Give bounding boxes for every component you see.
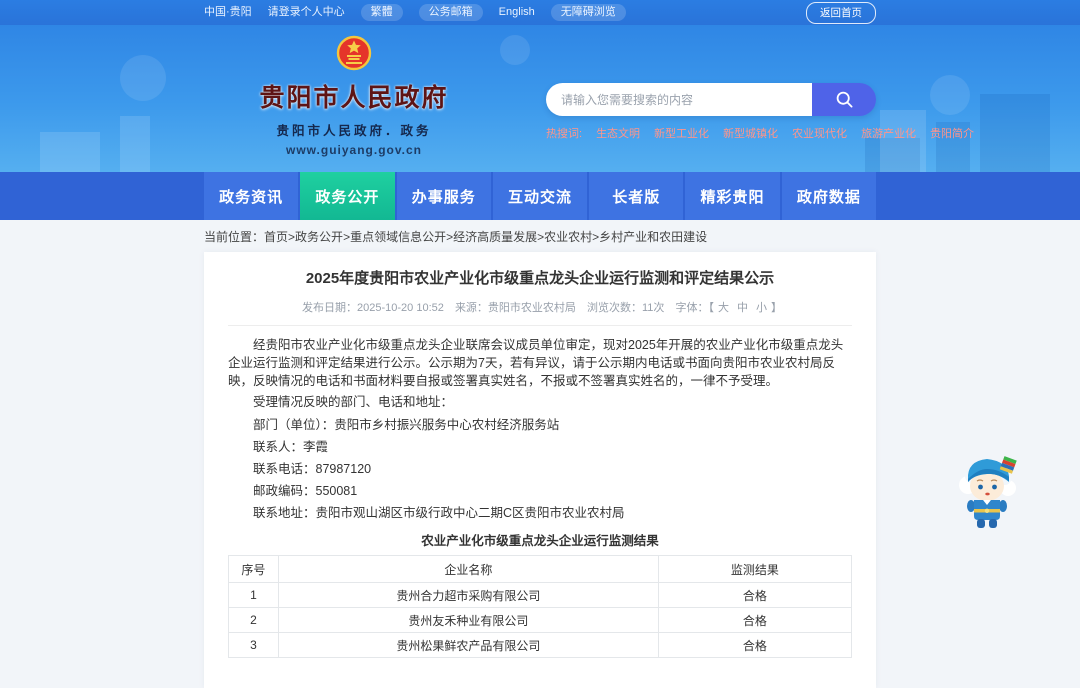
top-utility-bar: 中国·贵阳 请登录个人中心 繁體 公务邮箱 English 无障碍浏览 返回首页	[0, 0, 1080, 25]
bracket: 】	[770, 302, 782, 314]
hot-search-word[interactable]: 旅游产业化	[861, 125, 916, 141]
table-header-cell: 监测结果	[657, 555, 853, 584]
article-paragraph: 受理情况反映的部门、电话和地址：	[253, 395, 454, 410]
contact-line: 联系人：李霞	[253, 439, 329, 454]
hot-search-label: 热搜词:	[546, 128, 583, 140]
publish-date: 发布日期：2025-10-20 10:52	[302, 302, 444, 314]
article-meta: 发布日期：2025-10-20 10:52 来源：贵阳市农业农村局 浏览次数：1…	[228, 299, 852, 326]
breadcrumb: 当前位置：首页>政务公开>重点领域信息公开>经济高质量发展>农业农村>乡村产业和…	[204, 220, 876, 252]
main-navigation: 政务资讯 政务公开 办事服务 互动交流 长者版 精彩贵阳 政府数据	[0, 172, 1080, 220]
hot-search-words: 生态文明 新型工业化 新型城镇化 农业现代化 旅游产业化 贵阳简介	[596, 125, 974, 141]
search-icon	[835, 90, 854, 109]
search-input[interactable]	[546, 83, 812, 116]
bokeh-decoration	[930, 75, 970, 115]
nav-item-政务资讯[interactable]: 政务资讯	[204, 172, 299, 220]
table-cell: 合格	[657, 632, 853, 659]
nav-item-政务公开[interactable]: 政务公开	[300, 172, 395, 220]
nav-item-办事服务[interactable]: 办事服务	[396, 172, 491, 220]
table-cell: 贵州友禾种业有限公司	[277, 607, 659, 634]
font-size-option[interactable]: 小	[756, 302, 767, 314]
table-cell: 1	[228, 582, 279, 609]
article-source: 来源：贵阳市农业农村局	[454, 302, 576, 314]
site-url: www.guiyang.gov.cn	[285, 143, 422, 157]
topbar-link[interactable]: English	[499, 7, 535, 18]
breadcrumb-link[interactable]: 重点领域信息公开	[350, 230, 446, 244]
contact-line: 联系电话：87987120	[253, 461, 372, 476]
article-title: 2025年度贵阳市农业产业化市级重点龙头企业运行监测和评定结果公示	[305, 270, 775, 287]
table-header-cell: 序号	[228, 555, 279, 584]
skyline-building	[40, 132, 100, 172]
contact-info: 部门（单位）：贵阳市乡村振兴服务中心农村经济服务站 联系人：李霞联系电话：8798…	[228, 416, 852, 523]
nav-item-精彩贵阳[interactable]: 精彩贵阳	[685, 172, 780, 220]
hot-search-word[interactable]: 贵阳简介	[930, 125, 974, 141]
topbar-link[interactable]: 无障碍浏览	[550, 4, 626, 21]
search-button[interactable]	[812, 83, 876, 116]
skyline-building	[980, 94, 1050, 172]
topbar-link[interactable]: 中国·贵阳	[204, 7, 252, 18]
table-header-cell: 企业名称	[277, 555, 659, 584]
font-size-option[interactable]: 大	[718, 302, 729, 314]
hot-search-word[interactable]: 生态文明	[596, 125, 640, 141]
skyline-building	[120, 116, 150, 172]
contact-line: 联系地址：贵阳市观山湖区市级行政中心二期C区贵阳市农业农村局	[253, 506, 625, 520]
site-logo[interactable]: 贵阳市人民政府 贵阳市人民政府．政务 www.guiyang.gov.cn	[204, 25, 504, 172]
article-card: 2025年度贵阳市农业产业化市级重点龙头企业运行监测和评定结果公示 发布日期：2…	[204, 252, 876, 688]
view-count: 浏览次数：11次	[587, 302, 665, 314]
nav-item-互动交流[interactable]: 互动交流	[492, 172, 588, 220]
site-title: 贵阳市人民政府	[259, 84, 449, 112]
table-cell: 合格	[657, 607, 853, 634]
breadcrumb-separator: >	[288, 230, 296, 244]
table-cell: 3	[228, 632, 279, 659]
breadcrumb-link[interactable]: 乡村产业和农田建设	[599, 230, 707, 244]
monitoring-result-table: 序号 企业名称 监测结果 1 贵州合力超市采购有限公司 合格 2 贵州友禾种业有限公司 合格 3…	[228, 555, 853, 659]
table-header-row: 序号 企业名称 监测结果	[228, 555, 853, 584]
site-header-banner: 贵阳市人民政府 贵阳市人民政府．政务 www.guiyang.gov.cn 热搜…	[0, 25, 1080, 172]
breadcrumb-link[interactable]: 农业农村	[544, 230, 592, 244]
table-cell: 贵州松果鲜农产品有限公司	[277, 632, 659, 659]
table-caption: 农业产业化市级重点龙头企业运行监测结果	[421, 534, 659, 549]
topbar-link[interactable]: 请登录个人中心	[268, 7, 345, 18]
breadcrumb-link[interactable]: 经济高质量发展	[453, 230, 537, 244]
table-row: 3 贵州松果鲜农产品有限公司 合格	[228, 632, 853, 659]
search-bar	[546, 83, 876, 116]
article-paragraph: 经贵阳市农业产业化市级重点龙头企业联席会议成员单位审定，现对2025年开展的农业…	[228, 338, 844, 389]
table-cell: 2	[228, 607, 279, 634]
site-mascot[interactable]	[954, 449, 1022, 531]
table-cell: 合格	[657, 582, 853, 609]
table-cell: 贵州合力超市采购有限公司	[277, 582, 659, 609]
return-home-button[interactable]: 返回首页	[806, 1, 876, 24]
contact-line: 邮政编码：550081	[253, 483, 358, 498]
font-size-option[interactable]: 中	[737, 302, 748, 314]
table-row: 1 贵州合力超市采购有限公司 合格	[228, 582, 853, 609]
table-row: 2 贵州友禾种业有限公司 合格	[228, 607, 853, 634]
nav-item-长者版[interactable]: 长者版	[589, 172, 684, 220]
hot-search-word[interactable]: 农业现代化	[792, 125, 847, 141]
breadcrumb-label: 当前位置：	[204, 230, 265, 244]
article-body: 经贵阳市农业产业化市级重点龙头企业联席会议成员单位审定，现对2025年开展的农业…	[228, 336, 852, 412]
topbar-link[interactable]: 公务邮箱	[418, 4, 483, 21]
contact-line: 部门（单位）：贵阳市乡村振兴服务中心农村经济服务站	[253, 417, 560, 432]
national-emblem-icon	[332, 32, 376, 76]
topbar-links: 中国·贵阳 请登录个人中心 繁體 公务邮箱 English 无障碍浏览	[204, 4, 626, 21]
site-subtitle: 贵阳市人民政府．政务	[276, 124, 432, 138]
hot-search-row: 热搜词: 生态文明 新型工业化 新型城镇化 农业现代化 旅游产业化 贵阳简介	[546, 125, 974, 141]
font-size-label: 字体：	[675, 302, 709, 314]
hot-search-word[interactable]: 新型工业化	[654, 125, 709, 141]
hot-search-word[interactable]: 新型城镇化	[723, 125, 778, 141]
skyline-building	[880, 110, 926, 172]
breadcrumb-link[interactable]: 政务公开	[295, 230, 343, 244]
breadcrumb-link[interactable]: 首页	[264, 230, 288, 244]
bokeh-decoration	[120, 55, 166, 101]
topbar-link[interactable]: 繁體	[360, 4, 403, 21]
nav-item-政府数据[interactable]: 政府数据	[781, 172, 876, 220]
